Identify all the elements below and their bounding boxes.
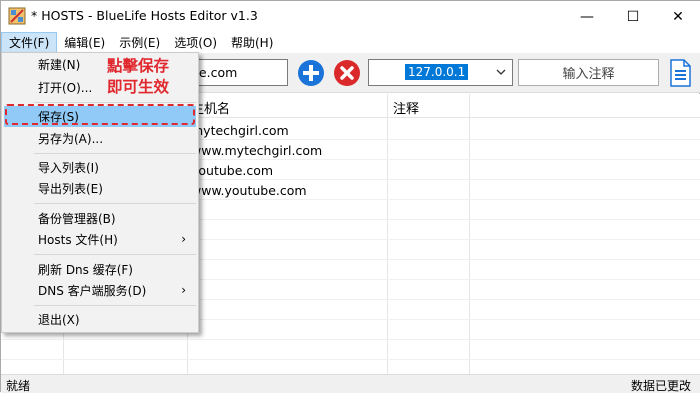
menu-bar: 文件(F) 编辑(E) 示例(E) 选项(O) 帮助(H): [1, 32, 700, 53]
annotation-text: 點擊保存 即可生效: [107, 56, 169, 98]
menu-item-label: 导出列表(E): [38, 182, 103, 196]
menu-item-label: 刷新 Dns 缓存(F): [38, 263, 133, 277]
menu-examples[interactable]: 示例(E): [112, 32, 167, 53]
menu-item-label: 导入列表(I): [38, 161, 99, 175]
menu-separator: [34, 254, 196, 255]
hostname-cell: www.mytechgirl.com: [191, 143, 323, 158]
menu-item-label: 备份管理器(B): [38, 212, 116, 226]
app-icon: [8, 7, 26, 25]
menu-item-exit[interactable]: 退出(X): [4, 309, 196, 330]
hostname-input[interactable]: be.com: [186, 59, 288, 86]
file-menu-dropdown: 新建(N) 打开(O)... 保存(S) 另存为(A)... 导入列表(I) 导…: [1, 52, 199, 333]
menu-item-label: 新建(N): [38, 58, 81, 72]
annotation-line: 即可生效: [107, 78, 170, 96]
menu-item-label: 另存为(A)...: [38, 132, 104, 146]
close-button[interactable]: ✕: [655, 1, 700, 32]
menu-item-label: 退出(X): [38, 313, 80, 327]
x-icon: [340, 66, 354, 80]
menu-item-export-list[interactable]: 导出列表(E): [4, 178, 196, 199]
menu-item-hosts-file[interactable]: Hosts 文件(H) ›: [4, 229, 196, 250]
menu-item-import-list[interactable]: 导入列表(I): [4, 157, 196, 178]
hostname-cell: mytechgirl.com: [191, 123, 289, 138]
title-bar: * HOSTS - BlueLife Hosts Editor v1.3 — ☐…: [1, 1, 700, 32]
table-row[interactable]: [1, 340, 700, 360]
column-comment[interactable]: 注释: [393, 98, 419, 117]
submenu-arrow-icon: ›: [181, 283, 186, 297]
add-button[interactable]: [298, 60, 324, 86]
save-highlight-box: [5, 104, 195, 125]
menu-item-label: DNS 客户端服务(D): [38, 284, 147, 298]
menu-file[interactable]: 文件(F): [1, 32, 58, 53]
menu-item-save-as[interactable]: 另存为(A)...: [4, 128, 196, 149]
status-text: 就绪: [6, 379, 31, 393]
menu-help[interactable]: 帮助(H): [224, 32, 280, 53]
document-icon[interactable]: [667, 59, 693, 87]
menu-edit[interactable]: 编辑(E): [57, 32, 112, 53]
menu-item-flush-dns[interactable]: 刷新 Dns 缓存(F): [4, 259, 196, 280]
menu-item-backup-manager[interactable]: 备份管理器(B): [4, 208, 196, 229]
hostname-cell: www.youtube.com: [191, 183, 307, 198]
menu-separator: [34, 305, 196, 306]
annotation-line: 點擊保存: [107, 57, 170, 75]
close-icon: ✕: [672, 8, 684, 25]
menu-item-dns-client-service[interactable]: DNS 客户端服务(D) ›: [4, 280, 196, 301]
menu-item-label: 打开(O)...: [38, 81, 93, 95]
window-title: * HOSTS - BlueLife Hosts Editor v1.3: [31, 8, 258, 23]
status-bar: 就绪 数据已更改: [1, 374, 700, 393]
menu-options[interactable]: 选项(O): [167, 32, 224, 53]
maximize-button[interactable]: ☐: [610, 1, 656, 32]
comment-input[interactable]: 输入注释: [518, 59, 659, 86]
ip-selected-value: 127.0.0.1: [405, 64, 469, 80]
ip-select[interactable]: 127.0.0.1: [368, 59, 513, 86]
submenu-arrow-icon: ›: [181, 232, 186, 246]
menu-separator: [34, 153, 196, 154]
app-window: * HOSTS - BlueLife Hosts Editor v1.3 — ☐…: [0, 0, 700, 393]
minimize-button[interactable]: —: [564, 1, 610, 32]
hostname-cell: youtube.com: [191, 163, 274, 178]
maximize-icon: ☐: [626, 8, 640, 25]
menu-item-label: Hosts 文件(H): [38, 233, 118, 247]
chevron-down-icon: [496, 69, 506, 75]
minimize-icon: —: [580, 8, 594, 25]
plus-icon: [303, 65, 319, 81]
menu-separator: [34, 203, 196, 204]
menu-separator: [34, 102, 196, 103]
status-modified-text: 数据已更改: [630, 379, 691, 393]
delete-button[interactable]: [334, 60, 360, 86]
